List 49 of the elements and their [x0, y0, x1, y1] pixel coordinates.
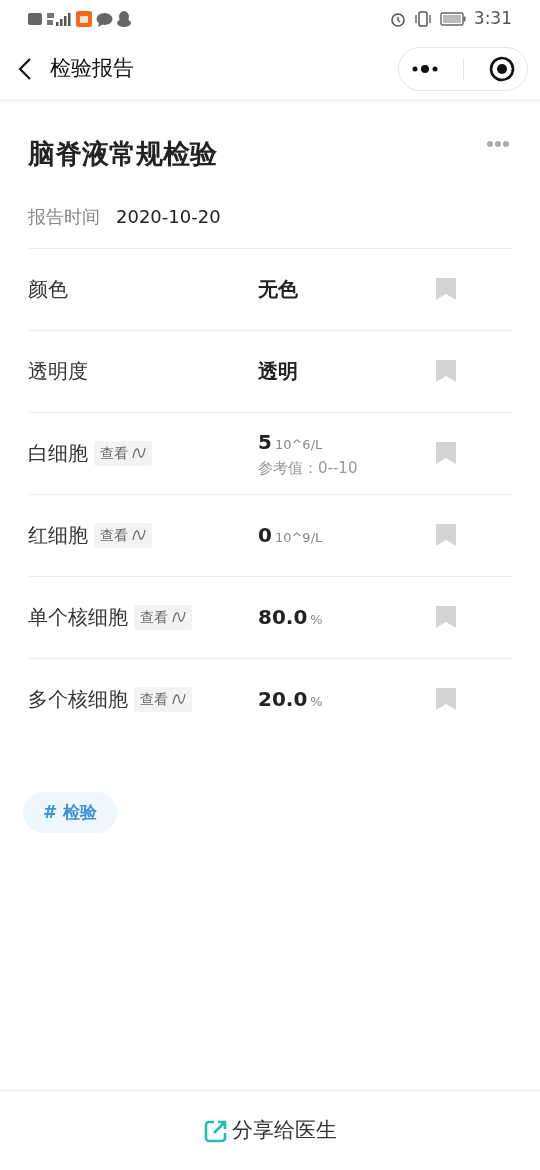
item-value: 透明 — [258, 358, 298, 385]
view-trend-button[interactable]: 查看 — [134, 686, 192, 712]
tag-chip[interactable]: # 检验 — [23, 791, 118, 833]
item-unit: % — [310, 693, 323, 711]
bookmark-icon[interactable] — [436, 524, 456, 546]
item-value: 20.0 — [258, 686, 308, 713]
report-time-label: 报告时间 — [28, 204, 100, 229]
back-icon[interactable] — [18, 56, 32, 81]
bookmark-icon[interactable] — [436, 442, 456, 464]
status-time: 3:31 — [473, 7, 512, 31]
shopping-app-icon — [76, 11, 92, 27]
more-icon[interactable] — [411, 63, 440, 74]
report-time: 2020-10-20 — [116, 204, 221, 229]
wave-icon — [132, 447, 146, 459]
item-value: 5 — [258, 428, 272, 456]
item-unit: 10^9/L — [274, 529, 323, 547]
item-name: 白细胞 — [28, 440, 88, 467]
chat-bubble-icon — [96, 11, 113, 27]
item-name: 透明度 — [28, 358, 88, 385]
share-icon — [203, 1118, 228, 1143]
item-value: 0 — [258, 522, 272, 549]
alarm-icon — [389, 11, 406, 27]
report-title: 脑脊液常规检验 — [28, 137, 217, 171]
page-title: 检验报告 — [50, 54, 135, 82]
signal-icon — [46, 12, 72, 26]
bookmark-icon[interactable] — [436, 688, 456, 710]
bookmark-icon[interactable] — [436, 606, 456, 628]
bookmark-icon[interactable] — [436, 278, 456, 300]
view-trend-button[interactable]: 查看 — [94, 522, 152, 548]
item-value: 80.0 — [258, 604, 308, 631]
close-target-icon[interactable] — [488, 55, 515, 82]
share-button[interactable]: 分享给医生 — [197, 1113, 343, 1148]
wave-icon — [132, 529, 146, 541]
reference-range: 参考值：0--10 — [258, 457, 359, 479]
item-name: 红细胞 — [28, 522, 88, 549]
vibrate-icon — [413, 11, 432, 27]
battery-icon — [439, 12, 466, 26]
penguin-icon — [117, 11, 131, 27]
item-unit: % — [310, 611, 323, 629]
item-unit: 10^6/L — [274, 435, 323, 454]
item-name: 单个核细胞 — [28, 604, 128, 631]
item-value: 无色 — [258, 276, 298, 303]
view-trend-button[interactable]: 查看 — [94, 440, 152, 466]
item-name: 多个核细胞 — [28, 686, 128, 713]
wave-icon — [172, 693, 186, 705]
wave-icon — [172, 611, 186, 623]
item-name: 颜色 — [28, 276, 68, 303]
view-trend-button[interactable]: 查看 — [134, 604, 192, 630]
bookmark-icon[interactable] — [436, 360, 456, 382]
